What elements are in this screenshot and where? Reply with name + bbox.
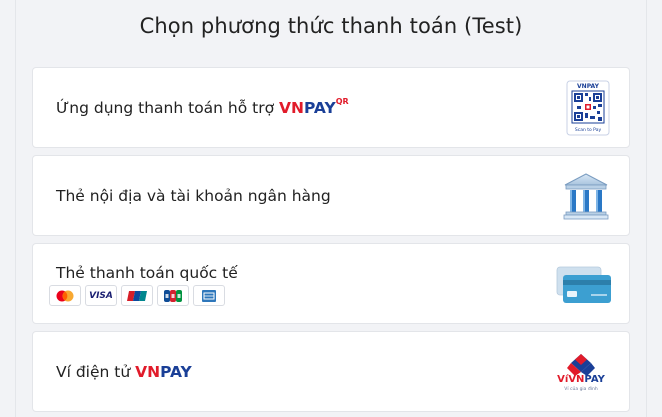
payment-method-vnpay-qr[interactable]: Ứng dụng thanh toán hỗ trợ VNPAYQR VNPAY… [32,67,630,148]
card-brand-list: VISA [49,285,225,306]
payment-method-international-card[interactable]: Thẻ thanh toán quốc tế VISA [32,243,630,324]
credit-card-icon [555,264,611,306]
wallet-tagline: Ví của gia đình [564,387,598,392]
vnpay-brand: VNPAY [135,363,192,381]
method-label: Thẻ nội địa và tài khoản ngân hàng [56,187,331,205]
payment-method-vnpay-wallet[interactable]: Ví điện tử VNPAY VíVNPAY Ví của gia đình [32,331,630,412]
unionpay-icon [121,285,153,306]
jcb-icon [157,285,189,306]
vnpay-qr-icon: VNPAY Scan to Pay [565,80,611,136]
method-label: Thẻ thanh toán quốc tế [56,264,238,282]
method-text: Ứng dụng thanh toán hỗ trợ [56,99,275,117]
vnpay-wallet-icon: VíVNPAY Ví của gia đình [551,350,611,396]
visa-icon: VISA [85,285,117,306]
qr-top-label: VNPAY [577,83,600,90]
qr-bottom-label: Scan to Pay [575,127,602,133]
vnpay-qr-brand: VNPAYQR [279,96,349,117]
amex-icon [193,285,225,306]
mastercard-icon [49,285,81,306]
payment-method-domestic-card[interactable]: Thẻ nội địa và tài khoản ngân hàng [32,155,630,236]
page-title: Chọn phương thức thanh toán (Test) [139,14,523,38]
wallet-brand-text: VíVNPAY [557,374,605,385]
method-text: Ví điện tử [56,363,131,381]
method-label: Ứng dụng thanh toán hỗ trợ VNPAYQR [56,96,349,117]
bank-icon [561,172,611,222]
method-label: Ví điện tử VNPAY [56,363,192,381]
